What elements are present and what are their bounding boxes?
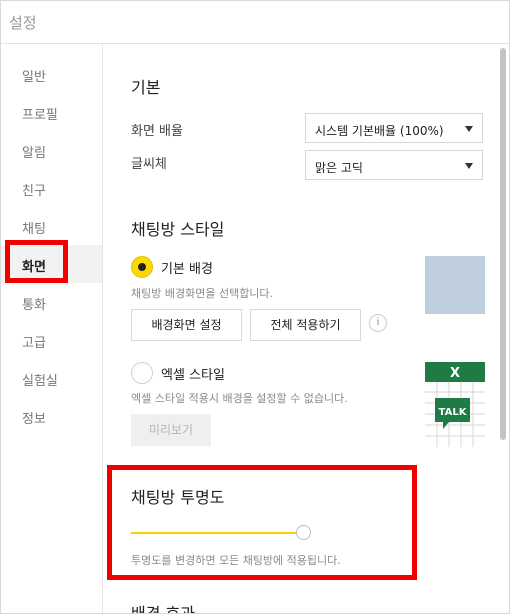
default-background-label: 기본 배경 xyxy=(161,262,213,277)
sidebar-item-label: 프로필 xyxy=(22,108,58,123)
font-select[interactable]: 맑은 고딕 xyxy=(305,150,483,180)
sidebar-item-label: 친구 xyxy=(22,184,46,199)
highlight-box-transparency xyxy=(107,465,417,580)
preview-button[interactable]: 미리보기 xyxy=(131,414,211,446)
radio-excel-style[interactable] xyxy=(131,362,153,384)
sidebar-item-label: 채팅 xyxy=(22,222,46,237)
default-background-preview xyxy=(425,256,485,314)
excel-style-preview: X TALK xyxy=(425,362,485,447)
default-background-desc: 채팅방 배경화면을 선택합니다. xyxy=(131,287,274,300)
section-title-chatroom-style: 채팅방 스타일 xyxy=(131,220,225,239)
apply-all-button[interactable]: 전체 적용하기 xyxy=(250,309,361,341)
section-title-background-effect: 배경 효과 xyxy=(131,600,195,613)
zoom-select-value: 시스템 기본배율 (100%) xyxy=(315,124,444,138)
sidebar-item-label: 일반 xyxy=(22,70,46,85)
zoom-select[interactable]: 시스템 기본배율 (100%) xyxy=(305,113,483,143)
section-title-basic: 기본 xyxy=(131,78,161,97)
sidebar: 일반 프로필 알림 친구 채팅 화면 통화 고급 실험실 정보 xyxy=(1,44,103,613)
settings-window: 설정 일반 프로필 알림 친구 채팅 화면 통화 고급 실험실 정보 기본 화면… xyxy=(0,0,510,614)
set-background-button[interactable]: 배경화면 설정 xyxy=(131,309,242,341)
sidebar-item-profile[interactable]: 프로필 xyxy=(1,93,102,131)
sidebar-item-notifications[interactable]: 알림 xyxy=(1,131,102,169)
sidebar-item-label: 통화 xyxy=(22,298,46,313)
sidebar-item-label: 알림 xyxy=(22,146,46,161)
highlight-box-display xyxy=(5,240,68,283)
scrollbar-thumb[interactable] xyxy=(500,48,506,440)
title-bar: 설정 xyxy=(1,1,509,44)
excel-preview-mark: X xyxy=(450,366,460,381)
sidebar-item-labs[interactable]: 실험실 xyxy=(1,359,102,397)
settings-content: 기본 화면 배율 시스템 기본배율 (100%) 글씨체 맑은 고딕 채팅방 스… xyxy=(103,44,496,613)
radio-default-background[interactable] xyxy=(131,256,153,278)
sidebar-item-info[interactable]: 정보 xyxy=(1,397,102,435)
excel-style-desc: 엑셀 스타일 적용시 배경을 설정할 수 없습니다. xyxy=(131,392,348,405)
excel-style-label: 엑셀 스타일 xyxy=(161,368,225,383)
font-label: 글씨체 xyxy=(131,157,167,172)
sidebar-item-call[interactable]: 통화 xyxy=(1,283,102,321)
sidebar-item-general[interactable]: 일반 xyxy=(1,55,102,93)
chevron-down-icon xyxy=(465,126,473,132)
sidebar-item-label: 정보 xyxy=(22,412,46,427)
window-title: 설정 xyxy=(9,14,37,32)
sidebar-item-advanced[interactable]: 고급 xyxy=(1,321,102,359)
font-select-value: 맑은 고딕 xyxy=(315,161,363,175)
chevron-down-icon xyxy=(465,163,473,169)
sidebar-item-friends[interactable]: 친구 xyxy=(1,169,102,207)
sidebar-item-label: 고급 xyxy=(22,336,46,351)
excel-preview-talk: TALK xyxy=(439,407,468,418)
sidebar-item-label: 실험실 xyxy=(22,374,58,389)
zoom-label: 화면 배율 xyxy=(131,124,183,139)
info-icon[interactable]: i xyxy=(369,314,387,332)
